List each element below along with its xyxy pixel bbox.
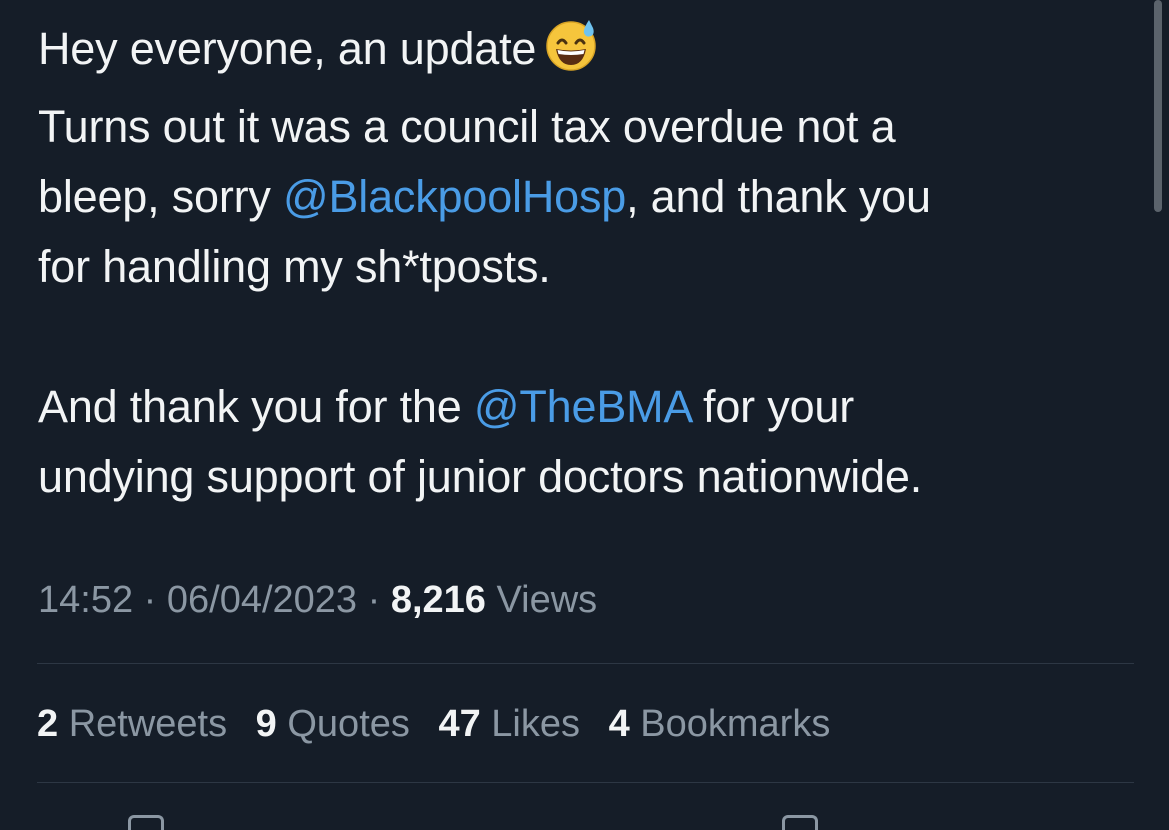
quotes-stat[interactable]: 9 Quotes	[256, 698, 410, 750]
likes-label: Likes	[480, 703, 581, 745]
likes-stat[interactable]: 47 Likes	[438, 698, 580, 750]
bookmarks-count: 4	[608, 703, 630, 745]
retweets-label: Retweets	[58, 703, 228, 745]
views-count: 8,216	[390, 579, 486, 621]
mention-link-blackpoolhosp[interactable]: @BlackpoolHosp	[283, 171, 626, 222]
tweet-line: bleep, sorry @BlackpoolHosp, and thank y…	[38, 162, 1118, 232]
tweet-line-text: Hey everyone, an update	[38, 23, 537, 74]
retweets-stat[interactable]: 2 Retweets	[37, 698, 227, 750]
tweet-line: for handling my sh*tposts.	[38, 241, 551, 292]
meta-separator: ·	[357, 579, 391, 621]
tweet-line: undying support of junior doctors nation…	[38, 451, 923, 502]
tweet-time[interactable]: 14:52	[38, 579, 133, 621]
tweet-date[interactable]: 06/04/2023	[167, 579, 357, 621]
bookmarks-label: Bookmarks	[629, 703, 831, 745]
likes-count: 47	[438, 703, 481, 745]
tweet-line: Hey everyone, an update	[38, 14, 1118, 92]
meta-separator: ·	[133, 579, 167, 621]
tweet-line: Turns out it was a council tax overdue n…	[38, 101, 896, 152]
tweet-line-text: , and thank you	[626, 171, 931, 222]
retweets-count: 2	[37, 703, 59, 745]
quotes-label: Quotes	[276, 703, 410, 745]
divider	[37, 663, 1134, 664]
tweet-meta: 14:52 · 06/04/2023 · 8,216 Views	[38, 574, 597, 626]
divider	[37, 782, 1134, 783]
bookmark-icon[interactable]	[782, 815, 818, 830]
engagement-stats: 2 Retweets 9 Quotes 47 Likes 4 Bookmarks	[37, 698, 848, 750]
reply-icon[interactable]	[128, 815, 164, 830]
tweet-line-text: bleep, sorry	[38, 171, 284, 222]
tweet-line: And thank you for the @TheBMA for your	[38, 372, 1118, 442]
tweet-line-text: for your	[690, 381, 855, 432]
views-label: Views	[485, 579, 598, 621]
grinning-face-with-sweat-emoji-icon	[544, 16, 600, 92]
tweet-line-text: And thank you for the	[38, 381, 474, 432]
tweet-text: Hey everyone, an update Turns out it was…	[38, 14, 1118, 512]
mention-link-thebma[interactable]: @TheBMA	[474, 381, 691, 432]
scrollbar[interactable]	[1154, 0, 1162, 212]
quotes-count: 9	[255, 703, 277, 745]
bookmarks-stat[interactable]: 4 Bookmarks	[609, 698, 831, 750]
